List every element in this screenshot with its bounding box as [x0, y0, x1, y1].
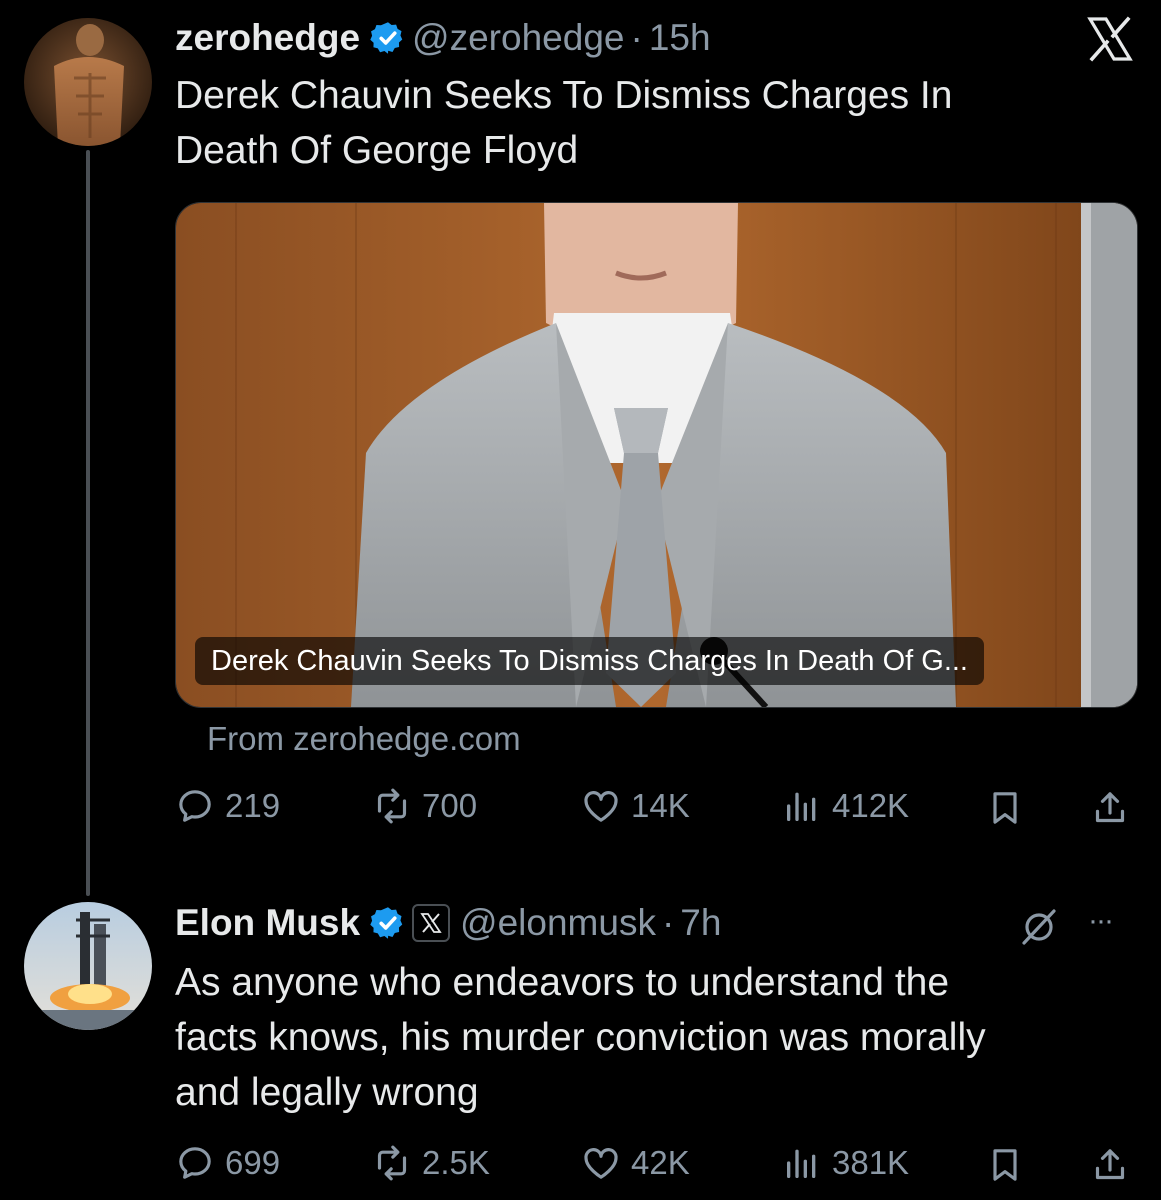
- repost-button[interactable]: 2.5K: [372, 1143, 490, 1183]
- verified-badge-icon: [370, 22, 403, 54]
- like-button[interactable]: 42K: [581, 1143, 690, 1183]
- more-options-button[interactable]: ···: [1088, 904, 1114, 938]
- share-icon: [1095, 792, 1125, 823]
- zerohedge-avatar[interactable]: [24, 18, 152, 146]
- repost-button[interactable]: 700: [372, 786, 477, 826]
- views-button[interactable]: 381K: [782, 1143, 909, 1183]
- verified-badge-icon: [370, 907, 403, 939]
- tweet1-text: Derek Chauvin Seeks To Dismiss Charges I…: [175, 68, 1125, 178]
- tweet2-text-line: facts knows, his murder conviction was m…: [175, 1016, 986, 1059]
- repost-icon: [377, 788, 407, 824]
- bookmark-button[interactable]: [985, 1145, 1025, 1190]
- tweet2-time[interactable]: 7h: [680, 902, 721, 944]
- reply-count: 699: [225, 1144, 281, 1181]
- bookmark-icon: [993, 1149, 1017, 1181]
- separator-dot: ·: [630, 17, 643, 58]
- views-button[interactable]: 412K: [782, 786, 909, 826]
- tweet1-text-line: Derek Chauvin Seeks To Dismiss Charges I…: [175, 74, 953, 117]
- x-affiliate-badge-icon[interactable]: [412, 904, 451, 942]
- reply-button[interactable]: 219: [175, 786, 280, 826]
- thread-line: [86, 150, 90, 896]
- elonmusk-avatar[interactable]: [24, 902, 152, 1030]
- like-button[interactable]: 14K: [581, 786, 690, 826]
- tweet1-time[interactable]: 15h: [649, 17, 711, 59]
- like-count: 42K: [631, 1144, 690, 1181]
- repost-count: 2.5K: [422, 1144, 490, 1181]
- heart-icon: [584, 1148, 618, 1179]
- share-icon: [1095, 1149, 1125, 1180]
- link-card-source[interactable]: From zerohedge.com: [207, 720, 521, 758]
- reply-icon: [179, 1147, 211, 1179]
- share-button[interactable]: [1090, 1145, 1130, 1190]
- tweet1-handle[interactable]: @zerohedge: [412, 17, 624, 59]
- reply-count: 219: [225, 787, 281, 824]
- grok-icon[interactable]: [1018, 905, 1060, 947]
- tweet1-author-name[interactable]: zerohedge: [175, 17, 360, 59]
- link-card-image[interactable]: [175, 202, 1138, 708]
- separator-dot: ·: [661, 902, 675, 943]
- tweet2-text-line: As anyone who endeavors to understand th…: [175, 961, 950, 1004]
- views-count: 412K: [832, 787, 910, 824]
- repost-count: 700: [422, 787, 478, 824]
- share-button[interactable]: [1090, 788, 1130, 833]
- tweet2-author-name[interactable]: Elon Musk: [175, 902, 360, 944]
- like-count: 14K: [631, 787, 690, 824]
- tweet2-text-line: and legally wrong: [175, 1071, 479, 1114]
- x-logo-icon[interactable]: [1086, 15, 1134, 63]
- views-count: 381K: [832, 1144, 910, 1181]
- tweet1-header: zerohedge @zerohedge · 15h: [175, 16, 711, 60]
- link-card-title[interactable]: Derek Chauvin Seeks To Dismiss Charges I…: [195, 637, 984, 685]
- views-icon: [787, 1149, 816, 1178]
- bookmark-button[interactable]: [985, 788, 1025, 833]
- bookmark-icon: [993, 792, 1017, 824]
- tweet2-handle[interactable]: @elonmusk: [460, 902, 656, 944]
- views-icon: [787, 792, 816, 821]
- heart-icon: [584, 791, 618, 822]
- reply-icon: [179, 790, 211, 822]
- tweet1-text-line: Death Of George Floyd: [175, 129, 579, 172]
- tweet2-text: As anyone who endeavors to understand th…: [175, 955, 1135, 1120]
- tweet2-header: Elon Musk @elonmusk · 7h: [175, 900, 721, 946]
- repost-icon: [377, 1145, 407, 1181]
- reply-button[interactable]: 699: [175, 1143, 280, 1183]
